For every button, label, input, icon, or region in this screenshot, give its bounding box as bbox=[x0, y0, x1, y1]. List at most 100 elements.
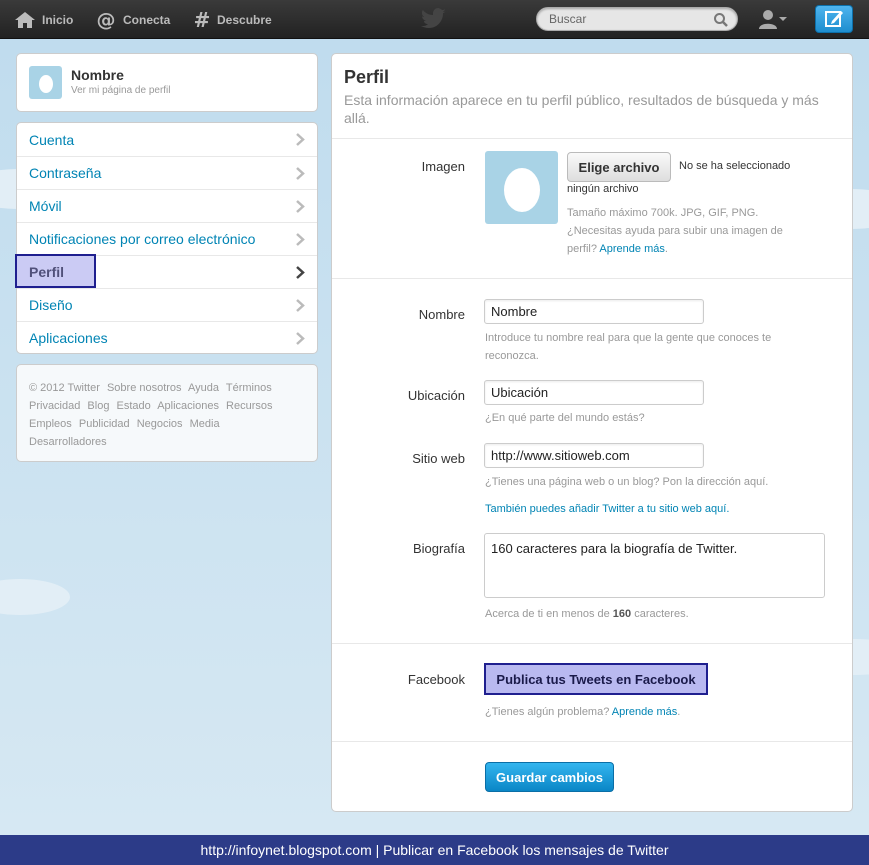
name-help: Introduce tu nombre real para que la gen… bbox=[485, 329, 825, 365]
chevron-right-icon bbox=[296, 299, 305, 312]
nav-home[interactable]: Inicio bbox=[14, 0, 73, 39]
footer-link[interactable]: Privacidad bbox=[29, 400, 80, 412]
profile-settings-panel: Perfil Esta información aparece en tu pe… bbox=[331, 53, 853, 812]
hashtag-icon: # bbox=[194, 10, 211, 30]
nav-connect-label: Conecta bbox=[123, 12, 171, 27]
view-profile-link[interactable]: Ver mi página de perfil bbox=[71, 85, 171, 96]
search-placeholder: Buscar bbox=[549, 12, 587, 26]
egg-avatar-icon bbox=[503, 167, 540, 212]
home-icon bbox=[15, 11, 35, 28]
bio-char-limit: 160 bbox=[612, 608, 632, 620]
image-help: Tamaño máximo 700k. JPG, GIF, PNG. ¿Nece… bbox=[567, 204, 827, 258]
at-icon: @ bbox=[97, 9, 116, 31]
menu-item-account[interactable]: Cuenta bbox=[17, 123, 317, 156]
footer-link[interactable]: Sobre nosotros bbox=[107, 382, 182, 394]
bio-textarea[interactable]: 160 caracteres para la biografía de Twit… bbox=[484, 533, 825, 598]
image-label: Imagen bbox=[421, 159, 465, 174]
bio-help: Acerca de ti en menos de 160 caracteres. bbox=[485, 605, 689, 623]
nav-discover[interactable]: # Descubre bbox=[193, 0, 272, 39]
avatar[interactable] bbox=[29, 66, 62, 99]
footer-links: © 2012 Twitter Sobre nosotros Ayuda Térm… bbox=[29, 379, 299, 451]
profile-name: Nombre bbox=[71, 67, 124, 83]
footer-link[interactable]: Blog bbox=[87, 400, 109, 412]
file-status-line2: ningún archivo bbox=[567, 183, 639, 195]
menu-item-applications[interactable]: Aplicaciones bbox=[17, 321, 317, 353]
image-help-question: ¿Necesitas ayuda para subir una imagen d… bbox=[567, 225, 783, 237]
image-help-size: Tamaño máximo 700k. JPG, GIF, PNG. bbox=[567, 207, 759, 219]
section-divider bbox=[332, 138, 852, 139]
website-label: Sitio web bbox=[412, 451, 465, 466]
footer-link[interactable]: Negocios bbox=[137, 418, 183, 430]
facebook-help-text: ¿Tienes algún problema? bbox=[485, 706, 610, 718]
punctuation: . bbox=[664, 243, 668, 255]
menu-item-label: Aplicaciones bbox=[29, 330, 108, 346]
location-label: Ubicación bbox=[407, 388, 465, 403]
page-title: Perfil bbox=[344, 67, 390, 87]
learn-more-link[interactable]: Aprende más bbox=[612, 706, 677, 718]
blog-caption-banner: http://infoynet.blogspot.com | Publicar … bbox=[0, 835, 869, 865]
website-help: ¿Tienes una página web o un blog? Pon la… bbox=[485, 476, 769, 488]
location-input[interactable]: Ubicación bbox=[484, 380, 704, 405]
chevron-right-icon bbox=[296, 200, 305, 213]
section-divider bbox=[332, 278, 852, 279]
twitter-bird-icon bbox=[421, 8, 446, 28]
footer-link[interactable]: Empleos bbox=[29, 418, 72, 430]
footer-copyright: © 2012 Twitter bbox=[29, 382, 100, 394]
page-subtitle: Esta información aparece en tu perfil pú… bbox=[344, 92, 819, 126]
top-navigation-bar: Inicio @ Conecta # Descubre Buscar bbox=[0, 0, 869, 39]
footer-link[interactable]: Estado bbox=[117, 400, 151, 412]
footer-link[interactable]: Media bbox=[190, 418, 220, 430]
svg-text:@: @ bbox=[97, 9, 116, 31]
user-menu[interactable] bbox=[757, 7, 793, 31]
choose-file-button[interactable]: Elige archivo bbox=[567, 152, 671, 182]
svg-text:#: # bbox=[194, 10, 211, 30]
facebook-label: Facebook bbox=[407, 672, 465, 687]
user-icon bbox=[759, 10, 777, 29]
save-changes-button[interactable]: Guardar cambios bbox=[485, 762, 614, 792]
compose-tweet-button[interactable] bbox=[815, 5, 853, 33]
section-divider bbox=[332, 643, 852, 644]
footer-link[interactable]: Recursos bbox=[226, 400, 272, 412]
menu-item-label: Diseño bbox=[29, 297, 73, 313]
add-twitter-to-website-link[interactable]: También puedes añadir Twitter a tu sitio… bbox=[485, 500, 825, 518]
search-icon[interactable] bbox=[713, 12, 729, 28]
menu-item-password[interactable]: Contraseña bbox=[17, 156, 317, 189]
nav-discover-label: Descubre bbox=[217, 12, 272, 27]
cloud-decoration bbox=[0, 579, 70, 615]
footer-link[interactable]: Publicidad bbox=[79, 418, 130, 430]
chevron-right-icon bbox=[296, 233, 305, 246]
facebook-help: ¿Tienes algún problema? Aprende más. bbox=[485, 703, 680, 721]
footer-link[interactable]: Desarrolladores bbox=[29, 436, 107, 448]
menu-item-mobile[interactable]: Móvil bbox=[17, 189, 317, 222]
footer-link[interactable]: Aplicaciones bbox=[157, 400, 219, 412]
name-label: Nombre bbox=[418, 307, 465, 322]
nav-connect[interactable]: @ Conecta bbox=[95, 0, 171, 39]
learn-more-link[interactable]: Aprende más bbox=[599, 243, 664, 255]
website-input[interactable]: http://www.sitioweb.com bbox=[484, 443, 704, 468]
post-tweets-to-facebook-button[interactable]: Publica tus Tweets en Facebook bbox=[484, 663, 708, 695]
punctuation: . bbox=[677, 706, 681, 718]
menu-item-design[interactable]: Diseño bbox=[17, 288, 317, 321]
settings-menu: Cuenta Contraseña Móvil Notificaciones p… bbox=[16, 122, 318, 354]
image-help-question-end: perfil? Aprende más. bbox=[567, 240, 827, 258]
file-status: No se ha seleccionado bbox=[679, 160, 791, 172]
profile-summary-card[interactable]: Nombre Ver mi página de perfil bbox=[16, 53, 318, 112]
chevron-right-icon bbox=[296, 133, 305, 146]
profile-image-preview bbox=[485, 151, 558, 224]
name-input[interactable]: Nombre bbox=[484, 299, 704, 324]
location-help: ¿En qué parte del mundo estás? bbox=[485, 412, 645, 424]
name-help-line1: Introduce tu nombre real para que la gen… bbox=[485, 332, 772, 344]
footer-link[interactable]: Términos bbox=[226, 382, 272, 394]
bio-help-text: Acerca de ti en menos de bbox=[485, 608, 613, 620]
compose-icon bbox=[825, 11, 843, 27]
menu-item-label: Cuenta bbox=[29, 131, 75, 148]
menu-item-label: Móvil bbox=[29, 198, 62, 214]
image-help-text: perfil? bbox=[567, 243, 597, 255]
menu-item-email-notifications[interactable]: Notificaciones por correo electrónico bbox=[17, 222, 317, 255]
chevron-right-icon bbox=[296, 266, 305, 279]
egg-avatar-icon bbox=[38, 74, 53, 93]
nav-home-label: Inicio bbox=[42, 12, 74, 27]
footer-card: © 2012 Twitter Sobre nosotros Ayuda Térm… bbox=[16, 364, 318, 462]
footer-link[interactable]: Ayuda bbox=[188, 382, 219, 394]
search-input[interactable]: Buscar bbox=[536, 7, 738, 31]
